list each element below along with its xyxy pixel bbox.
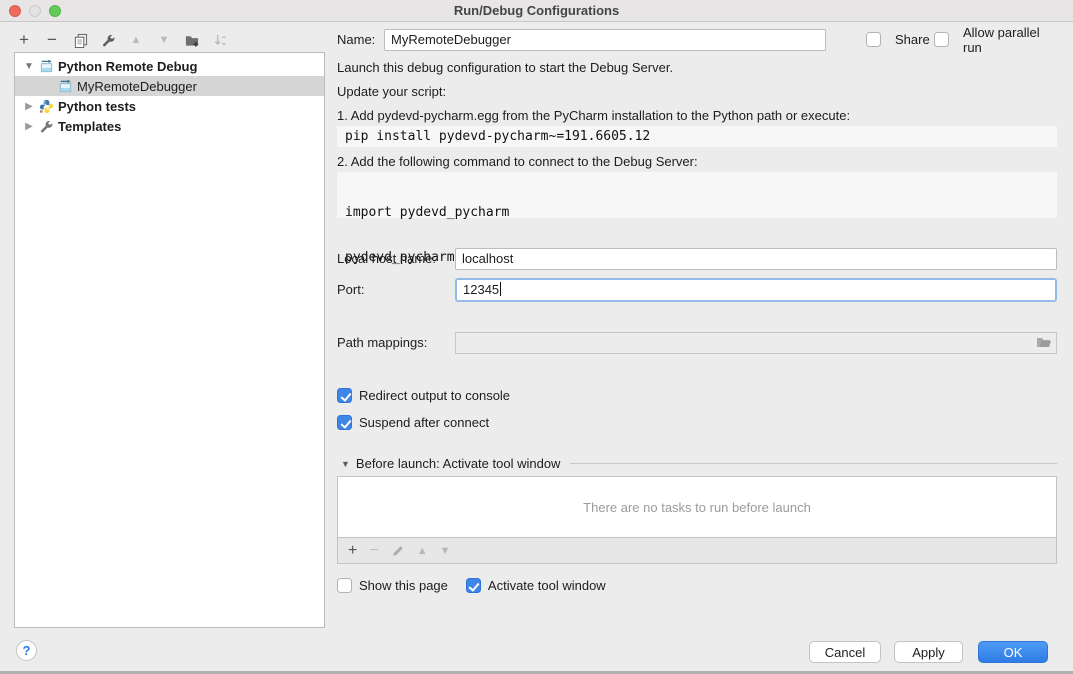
local-host-name-label: Local host name: (337, 251, 436, 266)
name-input[interactable] (384, 29, 826, 51)
tree-item-python-tests[interactable]: ▶ Python tests (15, 96, 324, 116)
step-1-text: 1. Add pydevd-pycharm.egg from the PyCha… (337, 108, 850, 123)
edit-task-pencil-icon (391, 544, 405, 558)
configuration-editor: Name: Share Allow parallel run Launch th… (337, 22, 1057, 662)
zoom-window-button[interactable] (49, 5, 61, 17)
tree-item-myremotedebugger[interactable]: MyRemoteDebugger (15, 76, 324, 96)
sort-configurations-icon (212, 32, 228, 48)
templates-wrench-icon (39, 119, 54, 134)
apply-button[interactable]: Apply (894, 641, 963, 663)
allow-parallel-run-checkbox[interactable] (934, 32, 949, 47)
add-configuration-button[interactable]: + (16, 32, 32, 48)
section-collapse-icon[interactable]: ▼ (341, 459, 350, 469)
browse-folder-icon[interactable] (1036, 336, 1052, 350)
activate-tool-window-label: Activate tool window (488, 578, 606, 593)
path-mappings-label: Path mappings: (337, 335, 427, 350)
move-task-down-icon: ▼ (440, 545, 451, 557)
title-bar: Run/Debug Configurations (0, 0, 1073, 22)
text-cursor (500, 282, 501, 296)
local-host-name-input[interactable] (455, 248, 1057, 270)
configurations-tree: ▼ Python Remote Debug MyRemoteDebugger ▶… (14, 52, 325, 628)
configurations-toolbar: + − ▲ ▼ (16, 30, 228, 50)
section-divider (570, 463, 1057, 464)
redirect-output-checkbox[interactable] (337, 388, 352, 403)
edit-templates-wrench-icon[interactable] (100, 32, 116, 48)
run-config-icon (58, 79, 73, 94)
minimize-window-button (29, 5, 41, 17)
chevron-right-icon[interactable]: ▶ (23, 121, 35, 132)
tree-item-templates[interactable]: ▶ Templates (15, 116, 324, 136)
remove-configuration-button[interactable]: − (44, 32, 60, 48)
move-down-icon: ▼ (156, 32, 172, 48)
name-label: Name: (337, 32, 375, 47)
settrace-code: import pydevd_pycharm pydevd_pycharm.set… (337, 172, 1057, 218)
port-input[interactable] (455, 278, 1057, 302)
window-title: Run/Debug Configurations (454, 3, 619, 18)
show-this-page-label: Show this page (359, 578, 448, 593)
python-tests-icon (39, 99, 54, 114)
suspend-after-connect-label: Suspend after connect (359, 415, 489, 430)
before-launch-section-header[interactable]: ▼ Before launch: Activate tool window (341, 456, 1057, 471)
help-question-mark: ? (23, 643, 31, 658)
tree-item-label: Python Remote Debug (58, 59, 197, 74)
tree-item-label: Templates (58, 119, 121, 134)
chevron-right-icon[interactable]: ▶ (23, 101, 35, 112)
description-line-2: Update your script: (337, 84, 446, 99)
tree-item-label: MyRemoteDebugger (77, 79, 197, 94)
allow-parallel-run-label: Allow parallel run (963, 25, 1057, 55)
before-launch-title: Before launch: Activate tool window (356, 456, 561, 471)
show-this-page-checkbox[interactable] (337, 578, 352, 593)
suspend-after-connect-checkbox[interactable] (337, 415, 352, 430)
close-window-button[interactable] (9, 5, 21, 17)
move-up-icon: ▲ (128, 32, 144, 48)
step-2-text: 2. Add the following command to connect … (337, 154, 698, 169)
new-folder-icon[interactable] (184, 32, 200, 48)
share-checkbox[interactable] (866, 32, 881, 47)
activate-tool-window-checkbox[interactable] (466, 578, 481, 593)
redirect-output-label: Redirect output to console (359, 388, 510, 403)
pip-install-code: pip install pydevd-pycharm~=191.6605.12 (337, 126, 1057, 147)
empty-task-list-text: There are no tasks to run before launch (583, 500, 811, 515)
port-label: Port: (337, 282, 364, 297)
help-button[interactable]: ? (16, 640, 37, 661)
add-task-button[interactable]: + (348, 544, 357, 558)
copy-configuration-icon[interactable] (72, 32, 88, 48)
tree-item-label: Python tests (58, 99, 136, 114)
description-line-1: Launch this debug configuration to start… (337, 60, 673, 75)
before-launch-task-list[interactable]: There are no tasks to run before launch (337, 476, 1057, 538)
task-list-toolbar: + − ▲ ▼ (337, 538, 1057, 564)
cancel-button[interactable]: Cancel (809, 641, 881, 663)
run-config-icon (39, 59, 54, 74)
path-mappings-input[interactable] (455, 332, 1057, 354)
chevron-down-icon[interactable]: ▼ (23, 61, 35, 72)
settrace-code-line-1: import pydevd_pycharm (345, 205, 1049, 220)
remove-task-button: − (369, 545, 378, 557)
run-debug-configurations-dialog: Run/Debug Configurations + − ▲ ▼ ▼ Pytho… (0, 0, 1073, 674)
share-label: Share (895, 32, 930, 47)
ok-button[interactable]: OK (978, 641, 1048, 663)
tree-item-python-remote-debug[interactable]: ▼ Python Remote Debug (15, 56, 324, 76)
move-task-up-icon: ▲ (417, 545, 428, 557)
